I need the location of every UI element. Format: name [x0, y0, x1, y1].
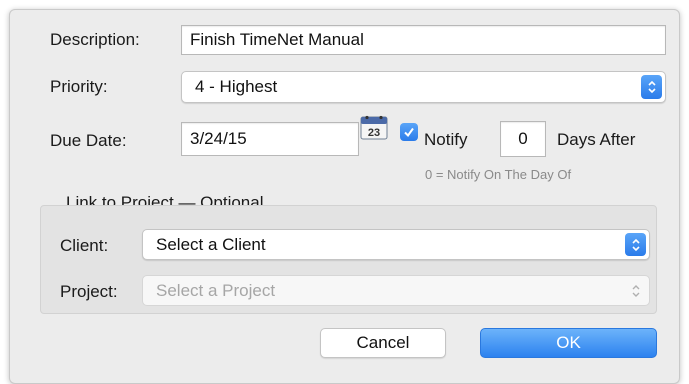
chevron-up-down-icon	[641, 75, 662, 99]
due-date-label: Due Date:	[50, 131, 127, 150]
priority-select[interactable]: 4 - Highest	[181, 71, 666, 103]
notify-label: Notify	[424, 130, 468, 149]
notify-checkbox[interactable]	[400, 123, 418, 141]
description-input[interactable]: Finish TimeNet Manual	[181, 25, 666, 55]
days-after-label: Days After	[557, 130, 636, 149]
client-value: Select a Client	[156, 234, 266, 254]
notify-note: 0 = Notify On The Day Of	[425, 167, 572, 182]
client-select[interactable]: Select a Client	[142, 229, 650, 260]
due-date-value: 3/24/15	[190, 129, 247, 148]
cancel-button[interactable]: Cancel	[320, 328, 446, 358]
description-label: Description:	[50, 30, 140, 49]
due-date-input[interactable]: 3/24/15	[181, 122, 359, 156]
chevron-up-down-icon	[625, 279, 646, 302]
checkmark-icon	[404, 127, 414, 138]
project-select[interactable]: Select a Project	[142, 275, 650, 306]
calendar-icon[interactable]: 23	[360, 114, 388, 140]
priority-label: Priority:	[50, 77, 108, 96]
chevron-up-down-icon	[625, 233, 646, 256]
project-label: Project:	[60, 282, 118, 301]
calendar-day: 23	[368, 127, 380, 139]
notify-days-input[interactable]: 0	[500, 121, 546, 157]
project-value: Select a Project	[156, 280, 276, 300]
priority-value: 4 - Highest	[195, 77, 278, 96]
ok-button[interactable]: OK	[480, 328, 657, 358]
notify-days-value: 0	[518, 129, 528, 148]
description-value: Finish TimeNet Manual	[190, 30, 364, 49]
client-label: Client:	[60, 236, 109, 255]
